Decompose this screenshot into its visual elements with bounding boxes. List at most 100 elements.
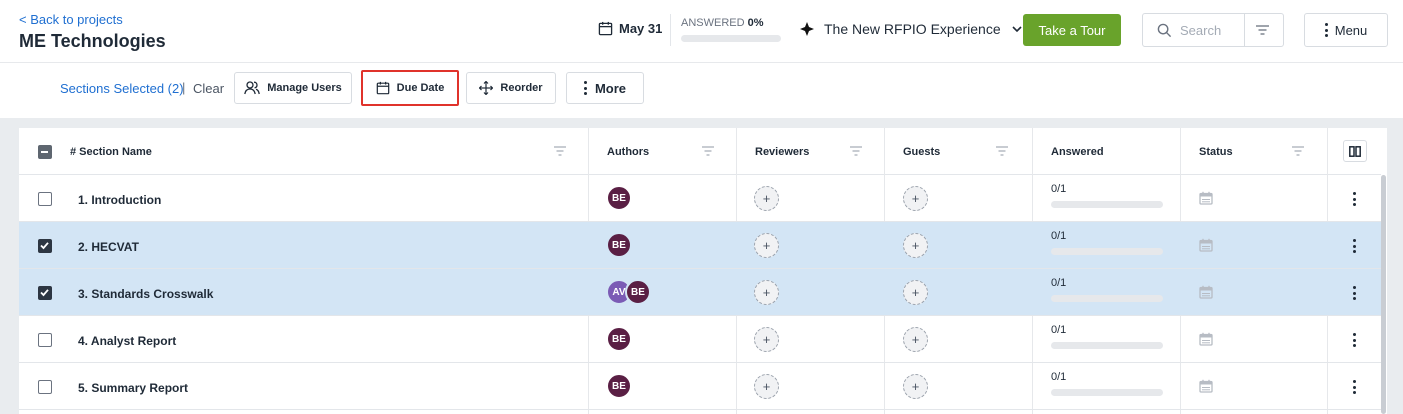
section-name[interactable]: 5. Summary Report bbox=[78, 381, 188, 395]
row-actions-kebab-icon[interactable] bbox=[1349, 377, 1359, 397]
section-name[interactable]: 3. Standards Crosswalk bbox=[78, 287, 213, 301]
take-a-tour-button[interactable]: Take a Tour bbox=[1023, 14, 1121, 46]
row-checkbox[interactable] bbox=[38, 239, 52, 253]
content-background bbox=[0, 118, 1403, 128]
search-input[interactable] bbox=[1180, 22, 1240, 38]
section-name[interactable]: 1. Introduction bbox=[78, 193, 161, 207]
answered-summary: ANSWERED 0% bbox=[681, 17, 764, 29]
due-date-text: May 31 bbox=[619, 21, 663, 36]
row-actions-kebab-icon[interactable] bbox=[1349, 330, 1359, 350]
status-calendar-icon[interactable] bbox=[1199, 332, 1213, 351]
table-row[interactable]: 5. Summary Report BE + +0/1 bbox=[19, 363, 1381, 410]
add-guest-button[interactable]: + bbox=[903, 233, 928, 258]
col-authors[interactable]: Authors bbox=[607, 128, 649, 175]
add-guest-button[interactable]: + bbox=[903, 186, 928, 211]
table-row[interactable]: 1. Introduction BE + +0/1 bbox=[19, 175, 1381, 222]
avatar[interactable]: BE bbox=[606, 373, 632, 399]
filter-icon[interactable] bbox=[1292, 146, 1304, 156]
table-row[interactable]: 3. Standards Crosswalk AV BE + +0/1 bbox=[19, 269, 1381, 316]
add-reviewer-button[interactable]: + bbox=[754, 233, 779, 258]
manage-users-button[interactable]: Manage Users bbox=[234, 72, 352, 104]
select-all-checkbox[interactable] bbox=[38, 145, 52, 159]
status-calendar-icon[interactable] bbox=[1199, 238, 1213, 257]
answered-count: 0/1 bbox=[1051, 183, 1067, 195]
due-date-button[interactable]: Due Date bbox=[361, 70, 459, 106]
filter-icon[interactable] bbox=[850, 146, 862, 156]
columns-icon bbox=[1349, 145, 1361, 157]
answered-progress-bar bbox=[1051, 342, 1163, 349]
sections-selected-text: Sections Selected (2) bbox=[60, 81, 184, 96]
experience-label: The New RFPIO Experience bbox=[824, 21, 1001, 37]
column-settings-button[interactable] bbox=[1343, 140, 1367, 162]
answered-progress-bar bbox=[1051, 295, 1163, 302]
reorder-label: Reorder bbox=[500, 82, 543, 94]
users-icon bbox=[244, 81, 261, 95]
calendar-icon bbox=[598, 21, 613, 36]
table-row[interactable]: 4. Analyst Report BE + +0/1 bbox=[19, 316, 1381, 363]
add-guest-button[interactable]: + bbox=[903, 327, 928, 352]
row-actions-kebab-icon[interactable] bbox=[1349, 189, 1359, 209]
more-label: More bbox=[594, 80, 627, 96]
back-to-projects-link[interactable]: < Back to projects bbox=[19, 12, 123, 27]
table-row[interactable]: 2. HECVAT BE + +0/1 bbox=[19, 222, 1381, 269]
answered-percent: 0% bbox=[747, 17, 764, 29]
status-calendar-icon[interactable] bbox=[1199, 379, 1213, 398]
filter-icon[interactable] bbox=[996, 146, 1008, 156]
answered-progress-bar bbox=[1051, 201, 1163, 208]
section-name[interactable]: 4. Analyst Report bbox=[78, 334, 176, 348]
col-reviewers[interactable]: Reviewers bbox=[755, 128, 809, 175]
manage-users-label: Manage Users bbox=[267, 82, 342, 94]
reorder-button[interactable]: Reorder bbox=[466, 72, 556, 104]
filter-icon[interactable] bbox=[554, 146, 566, 156]
filter-icon[interactable] bbox=[702, 146, 714, 156]
menu-button[interactable]: Menu bbox=[1304, 13, 1388, 47]
more-button[interactable]: More bbox=[566, 72, 644, 104]
add-reviewer-button[interactable]: + bbox=[754, 186, 779, 211]
answered-count: 0/1 bbox=[1051, 324, 1067, 336]
answered-label: ANSWERED bbox=[681, 17, 745, 29]
section-name[interactable]: 2. HECVAT bbox=[78, 240, 139, 254]
answered-count: 0/1 bbox=[1051, 371, 1067, 383]
clear-selection-link[interactable]: Clear bbox=[193, 81, 224, 96]
avatar[interactable]: BE bbox=[625, 279, 651, 305]
sections-table: # Section Name Authors Reviewers Guests … bbox=[19, 128, 1381, 414]
add-guest-button[interactable]: + bbox=[903, 374, 928, 399]
row-actions-kebab-icon[interactable] bbox=[1349, 283, 1359, 303]
add-guest-button[interactable]: + bbox=[903, 280, 928, 305]
chevron-down-icon bbox=[1012, 26, 1022, 33]
menu-label: Menu bbox=[1334, 22, 1368, 38]
selection-toolbar: Sections Selected (2) | Clear Manage Use… bbox=[0, 63, 1403, 118]
header-divider bbox=[670, 14, 671, 46]
add-reviewer-button[interactable]: + bbox=[754, 374, 779, 399]
add-reviewer-button[interactable]: + bbox=[754, 327, 779, 352]
row-checkbox[interactable] bbox=[38, 380, 52, 394]
answered-progress-bar bbox=[681, 35, 781, 42]
add-reviewer-button[interactable]: + bbox=[754, 280, 779, 305]
answered-count: 0/1 bbox=[1051, 230, 1067, 242]
content-gutter-left bbox=[0, 118, 19, 414]
experience-dropdown[interactable]: The New RFPIO Experience bbox=[800, 21, 1023, 37]
status-calendar-icon[interactable] bbox=[1199, 191, 1213, 210]
toolbar-separator: | bbox=[182, 80, 186, 95]
col-section-name[interactable]: # Section Name bbox=[70, 128, 152, 175]
kebab-icon bbox=[1325, 23, 1329, 37]
kebab-icon bbox=[584, 81, 588, 95]
due-date-label: Due Date bbox=[396, 82, 445, 94]
project-due-date[interactable]: May 31 bbox=[598, 21, 662, 36]
row-checkbox[interactable] bbox=[38, 333, 52, 347]
avatar[interactable]: BE bbox=[606, 232, 632, 258]
col-status[interactable]: Status bbox=[1199, 128, 1233, 175]
row-actions-kebab-icon[interactable] bbox=[1349, 236, 1359, 256]
avatar[interactable]: BE bbox=[606, 185, 632, 211]
col-guests[interactable]: Guests bbox=[903, 128, 940, 175]
table-scrollbar[interactable] bbox=[1381, 175, 1386, 414]
avatar[interactable]: BE bbox=[606, 326, 632, 352]
row-checkbox[interactable] bbox=[38, 286, 52, 300]
diamond-icon bbox=[800, 22, 814, 36]
row-checkbox[interactable] bbox=[38, 192, 52, 206]
filter-icon[interactable] bbox=[1256, 25, 1269, 35]
search-box bbox=[1142, 13, 1284, 47]
table-header: # Section Name Authors Reviewers Guests … bbox=[19, 128, 1381, 175]
status-calendar-icon[interactable] bbox=[1199, 285, 1213, 304]
col-answered[interactable]: Answered bbox=[1051, 128, 1104, 175]
